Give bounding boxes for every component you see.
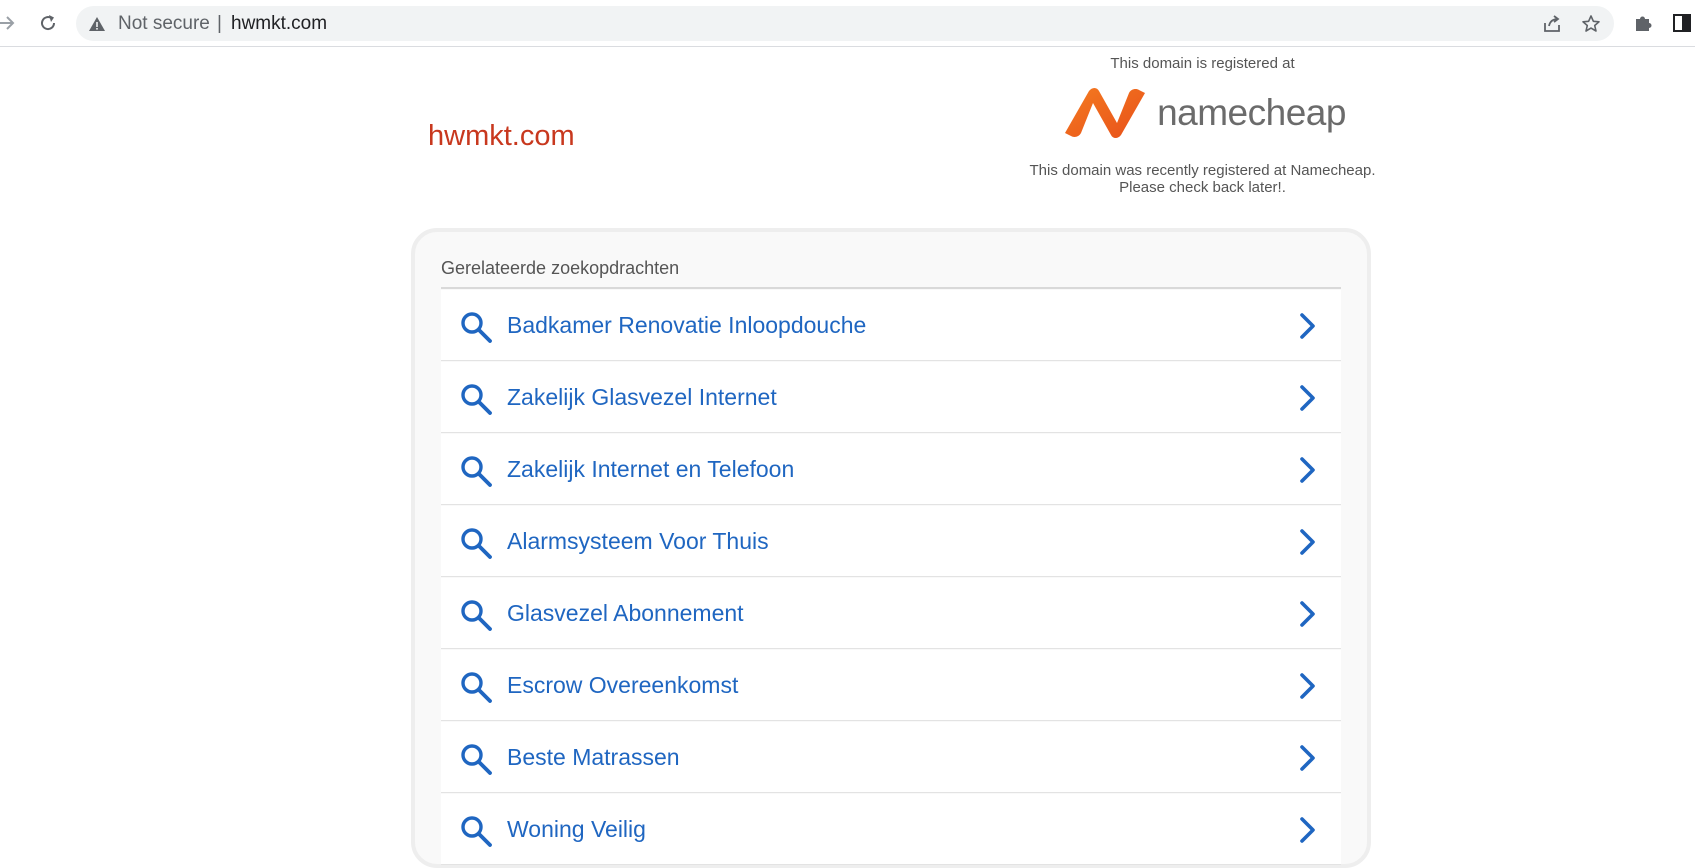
namecheap-logo-icon: [1065, 88, 1146, 138]
related-search-label[interactable]: Zakelijk Glasvezel Internet: [507, 362, 777, 432]
security-status[interactable]: Not secure: [118, 6, 210, 41]
related-search-item[interactable]: Zakelijk Internet en Telefoon: [441, 434, 1341, 505]
registrar-note: This domain was recently registered at N…: [1020, 162, 1385, 196]
related-search-item[interactable]: Alarmsysteem Voor Thuis: [441, 506, 1341, 577]
chevron-right-icon: [1300, 385, 1315, 411]
extensions-button[interactable]: [1626, 6, 1660, 40]
search-icon: [461, 744, 492, 775]
registrar-intro: This domain is registered at: [1110, 55, 1295, 72]
related-search-item[interactable]: Woning Veilig: [441, 794, 1341, 865]
chevron-right-icon: [1300, 457, 1315, 483]
side-panel-button[interactable]: [1665, 6, 1695, 40]
related-search-label[interactable]: Woning Veilig: [507, 794, 646, 864]
search-icon: [461, 672, 492, 703]
related-search-item[interactable]: Zakelijk Glasvezel Internet: [441, 362, 1341, 433]
chevron-right-icon: [1300, 673, 1315, 699]
reload-button[interactable]: [31, 6, 65, 40]
reload-icon: [41, 15, 56, 31]
related-search-label[interactable]: Glasvezel Abonnement: [507, 578, 744, 648]
warning-icon[interactable]: [88, 15, 106, 33]
related-search-label[interactable]: Beste Matrassen: [507, 722, 680, 792]
chevron-right-icon: [1300, 601, 1315, 627]
heading-divider: [441, 287, 1341, 289]
namecheap-logo[interactable]: namecheap: [1020, 82, 1385, 144]
related-search-item[interactable]: Escrow Overeenkomst: [441, 650, 1341, 721]
related-search-label[interactable]: Badkamer Renovatie Inloopdouche: [507, 290, 866, 360]
registrar-note-line2: Please check back later!.: [1119, 179, 1286, 196]
star-icon[interactable]: [1581, 14, 1601, 34]
namecheap-wordmark: namecheap: [1157, 92, 1346, 133]
related-searches-list: Badkamer Renovatie Inloopdouche Zakelijk…: [441, 290, 1341, 866]
related-search-item[interactable]: Badkamer Renovatie Inloopdouche: [441, 290, 1341, 361]
search-icon: [461, 384, 492, 415]
share-icon[interactable]: [1542, 14, 1562, 34]
related-searches-heading: Gerelateerde zoekopdrachten: [441, 258, 680, 278]
related-search-label[interactable]: Alarmsysteem Voor Thuis: [507, 506, 769, 576]
search-icon: [461, 600, 492, 631]
chevron-right-icon: [1300, 529, 1315, 555]
search-icon: [461, 456, 492, 487]
chevron-right-icon: [1300, 745, 1315, 771]
search-icon: [461, 816, 492, 847]
forward-button[interactable]: [0, 6, 24, 40]
registrar-note-line1: This domain was recently registered at N…: [1029, 162, 1376, 179]
puzzle-icon: [1636, 16, 1652, 31]
chevron-right-icon: [1300, 313, 1315, 339]
related-search-item[interactable]: Beste Matrassen: [441, 722, 1341, 793]
domain-title: hwmkt.com: [428, 120, 575, 152]
address-bar[interactable]: Not secure | hwmkt.com: [76, 6, 1614, 41]
related-search-label[interactable]: Zakelijk Internet en Telefoon: [507, 434, 794, 504]
search-icon: [461, 528, 492, 559]
browser-toolbar: Not secure | hwmkt.com: [0, 0, 1695, 47]
related-searches-card: Gerelateerde zoekopdrachten Badkamer Ren…: [411, 228, 1371, 868]
related-search-item[interactable]: Glasvezel Abonnement: [441, 578, 1341, 649]
registrar-box: This domain is registered at namecheap T…: [1020, 54, 1385, 196]
side-panel-icon: [1673, 14, 1691, 32]
url-text[interactable]: hwmkt.com: [231, 6, 327, 41]
related-search-label[interactable]: Escrow Overeenkomst: [507, 650, 738, 720]
search-icon: [461, 312, 492, 343]
url-separator: |: [217, 13, 222, 34]
arrow-right-icon: [0, 16, 15, 30]
